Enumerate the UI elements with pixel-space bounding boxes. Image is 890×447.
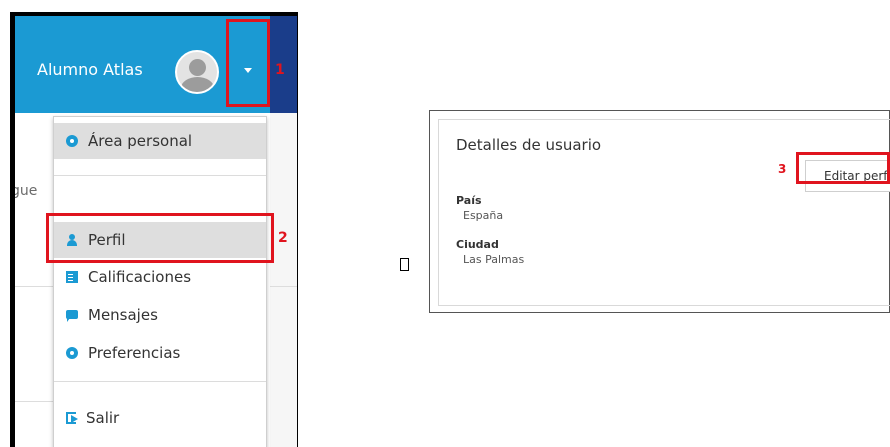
background-text: gue: [15, 183, 38, 199]
menu-item-label: Preferencias: [88, 344, 181, 362]
menu-item-label: Salir: [86, 409, 120, 427]
logout-icon: [66, 412, 78, 424]
menu-item-mensajes[interactable]: Mensajes: [54, 297, 266, 333]
annotation-box-1: [226, 19, 270, 107]
user-details-card: Detalles de usuario Editar perfil País E…: [438, 119, 890, 306]
annotation-number-2: 2: [278, 230, 288, 246]
divider: [15, 286, 55, 287]
divider: [15, 401, 55, 402]
side-panel: [270, 113, 297, 447]
country-label: País: [456, 194, 482, 207]
grades-icon: [66, 271, 78, 283]
country-value: España: [463, 209, 504, 222]
missing-glyph: [400, 258, 409, 271]
user-dropdown-menu: Área personal Perfil Calificaciones Mens…: [53, 116, 267, 447]
card-title: Detalles de usuario: [456, 136, 602, 154]
menu-item-label: Mensajes: [88, 306, 158, 324]
annotation-number-1: 1: [275, 62, 285, 78]
annotation-box-3: [796, 152, 890, 184]
user-name[interactable]: Alumno Atlas: [37, 60, 143, 79]
chat-icon: [66, 309, 78, 322]
divider: [270, 286, 297, 287]
menu-item-calificaciones[interactable]: Calificaciones: [54, 259, 266, 295]
city-label: Ciudad: [456, 238, 499, 251]
avatar-icon[interactable]: [175, 50, 219, 94]
dashboard-icon: [66, 135, 78, 147]
annotation-number-3: 3: [778, 162, 787, 176]
menu-divider: [54, 381, 266, 382]
menu-item-label: Área personal: [88, 132, 193, 150]
menu-item-preferencias[interactable]: Preferencias: [54, 335, 266, 371]
annotation-box-2: [46, 213, 274, 263]
menu-item-salir[interactable]: Salir: [54, 400, 266, 436]
menu-item-label: Calificaciones: [88, 268, 192, 286]
menu-item-area-personal[interactable]: Área personal: [54, 123, 266, 159]
city-value: Las Palmas: [463, 253, 525, 266]
menu-divider: [54, 175, 266, 176]
right-screenshot: Detalles de usuario Editar perfil País E…: [429, 110, 890, 313]
gear-icon: [66, 347, 78, 359]
